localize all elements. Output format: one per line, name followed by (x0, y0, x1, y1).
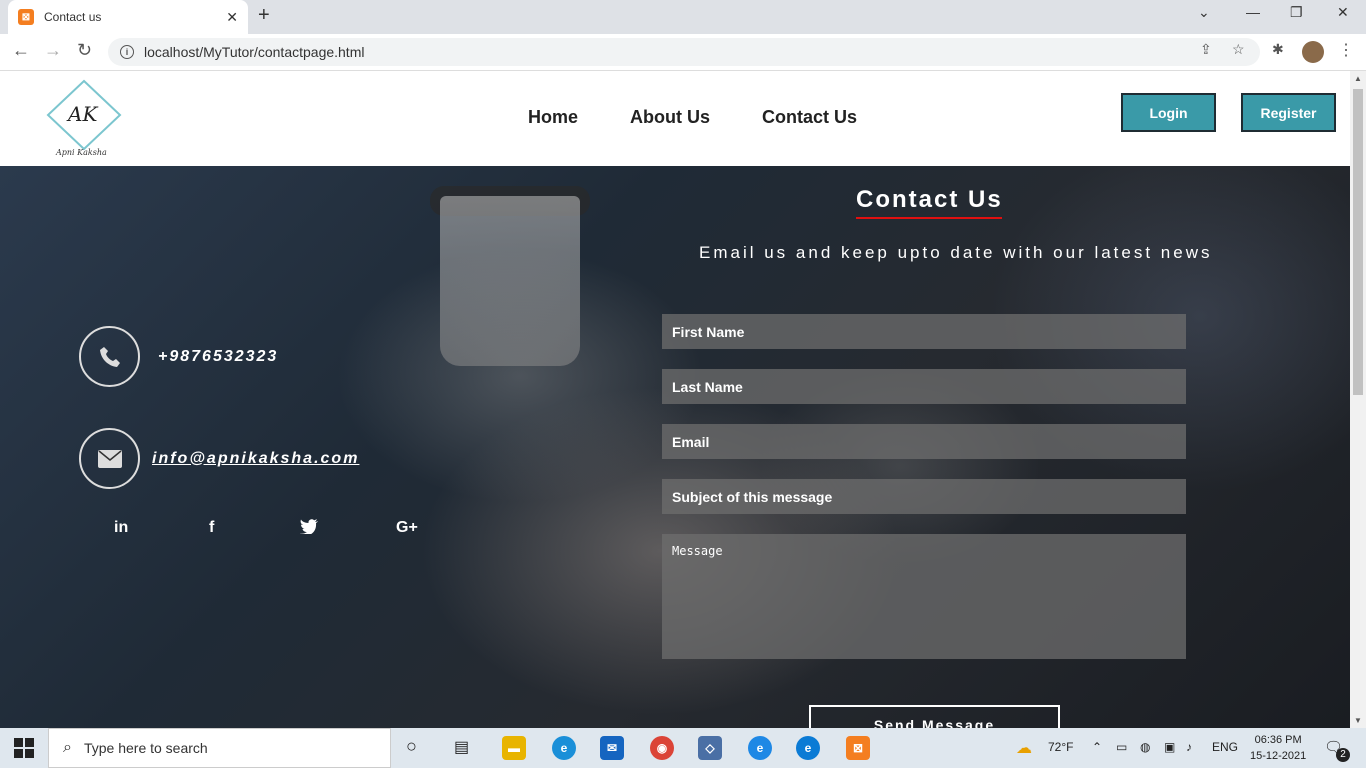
subject-field[interactable]: Subject of this message (662, 479, 1186, 514)
cortana-icon[interactable]: ○ (406, 736, 417, 757)
weather-icon[interactable]: ☁ (1016, 738, 1032, 758)
tray-chevron-icon[interactable]: ⌃ (1092, 740, 1102, 754)
clock-time: 06:36 PM (1254, 734, 1302, 746)
facebook-icon[interactable]: f (209, 519, 214, 537)
scroll-thumb[interactable] (1353, 89, 1363, 395)
message-textarea[interactable]: Message (662, 534, 1186, 659)
new-tab-icon[interactable]: + (258, 4, 270, 27)
email-row: info@apnikaksha.com (79, 428, 359, 489)
task-view-icon[interactable]: ▤ (454, 737, 469, 757)
linkedin-icon[interactable]: in (114, 519, 128, 537)
contact-hero: Contact Us Email us and keep upto date w… (0, 166, 1350, 728)
page-scrollbar[interactable]: ▲ ▼ (1350, 71, 1366, 728)
notification-count-badge: 2 (1336, 748, 1350, 762)
back-icon[interactable]: ← (12, 40, 30, 61)
weather-temp[interactable]: 72°F (1048, 740, 1073, 754)
taskbar-search[interactable]: ⌕ Type here to search (48, 728, 391, 768)
scroll-up-icon[interactable]: ▲ (1354, 74, 1362, 83)
last-name-field[interactable]: Last Name (662, 369, 1186, 404)
search-placeholder: Type here to search (83, 740, 208, 756)
search-icon: ⌕ (63, 739, 72, 756)
twitter-icon[interactable] (300, 519, 318, 539)
xampp-favicon-icon: ⊠ (18, 9, 34, 25)
profile-avatar[interactable] (1302, 41, 1324, 63)
email-field[interactable]: Email (662, 424, 1186, 459)
extensions-puzzle-icon[interactable]: ✱ (1272, 41, 1284, 58)
phone-row: +9876532323 (79, 326, 278, 387)
site-info-icon[interactable]: i (120, 45, 134, 59)
close-tab-icon[interactable]: ✕ (226, 9, 238, 26)
volume-icon[interactable]: ♪ (1186, 740, 1192, 754)
xampp-icon[interactable]: ⊠ (846, 736, 870, 760)
battery-icon[interactable]: ▭ (1116, 740, 1127, 754)
nav-contact-us[interactable]: Contact Us (762, 107, 857, 128)
browser-tab[interactable]: ⊠ Contact us ✕ (8, 0, 248, 34)
contact-subtitle: Email us and keep upto date with our lat… (699, 243, 1213, 262)
url-text: localhost/MyTutor/contactpage.html (144, 44, 365, 60)
apni-kaksha-logo[interactable]: AK Apni Kaksha (44, 79, 124, 159)
nav-home[interactable]: Home (528, 107, 578, 128)
tab-search-chevron-icon[interactable]: ⌄ (1198, 4, 1210, 21)
bookmark-star-icon[interactable]: ☆ (1232, 41, 1245, 58)
scroll-down-icon[interactable]: ▼ (1354, 716, 1362, 725)
taskbar-clock[interactable]: 06:36 PM 15-12-2021 (1250, 732, 1306, 764)
share-icon[interactable]: ⇪ (1200, 41, 1212, 58)
background-coffee-cup (440, 196, 580, 366)
main-nav: Home About Us Contact Us (528, 107, 857, 128)
windows-taskbar: ⌕ Type here to search ○ ▤ ▬ e ✉ ◉ ◇ e e … (0, 728, 1366, 768)
restore-icon[interactable]: ❐ (1290, 4, 1303, 21)
google-plus-icon[interactable]: G+ (396, 519, 418, 537)
browser-tabbar: ⊠ Contact us ✕ + ⌄ — ❐ ✕ (0, 0, 1366, 34)
mail-icon[interactable]: ✉ (600, 736, 624, 760)
contact-title: Contact Us (856, 186, 1003, 213)
edge-icon[interactable]: e (552, 736, 576, 760)
tab-title: Contact us (44, 10, 102, 24)
first-name-field[interactable]: First Name (662, 314, 1186, 349)
site-header: AK Apni Kaksha Home About Us Contact Us … (0, 71, 1350, 166)
file-explorer-icon[interactable]: ▬ (502, 736, 526, 760)
minimize-icon[interactable]: — (1246, 4, 1260, 20)
close-window-icon[interactable]: ✕ (1337, 4, 1349, 21)
phone-icon (79, 326, 140, 387)
virtualbox-icon[interactable]: ◇ (698, 736, 722, 760)
login-button[interactable]: Login (1121, 93, 1216, 132)
email-link[interactable]: info@apnikaksha.com (152, 450, 359, 468)
logo-letters: AK (66, 102, 98, 126)
windows-start-icon[interactable] (14, 738, 34, 758)
phone-number: +9876532323 (158, 347, 279, 365)
register-button[interactable]: Register (1241, 93, 1336, 132)
display-icon[interactable]: ▣ (1164, 740, 1175, 754)
nav-about-us[interactable]: About Us (630, 107, 710, 128)
edge-dev-icon[interactable]: e (796, 736, 820, 760)
browser-menu-icon[interactable]: ⋮ (1338, 40, 1354, 60)
network-icon[interactable]: ◍ (1140, 740, 1150, 754)
webpage: AK Apni Kaksha Home About Us Contact Us … (0, 71, 1350, 728)
language-indicator[interactable]: ENG (1212, 740, 1238, 754)
send-message-button[interactable]: Send Message (809, 705, 1060, 728)
address-bar[interactable]: i localhost/MyTutor/contactpage.html (108, 38, 1260, 66)
chrome-icon[interactable]: ◉ (650, 736, 674, 760)
browser-toolbar: ← → ↻ i localhost/MyTutor/contactpage.ht… (0, 34, 1366, 71)
title-underline (856, 217, 1002, 219)
clock-date: 15-12-2021 (1250, 750, 1307, 762)
logo-caption: Apni Kaksha (55, 148, 107, 157)
internet-explorer-icon[interactable]: e (748, 736, 772, 760)
forward-icon[interactable]: → (44, 40, 62, 61)
reload-icon[interactable]: ↻ (77, 40, 92, 61)
envelope-icon (79, 428, 140, 489)
